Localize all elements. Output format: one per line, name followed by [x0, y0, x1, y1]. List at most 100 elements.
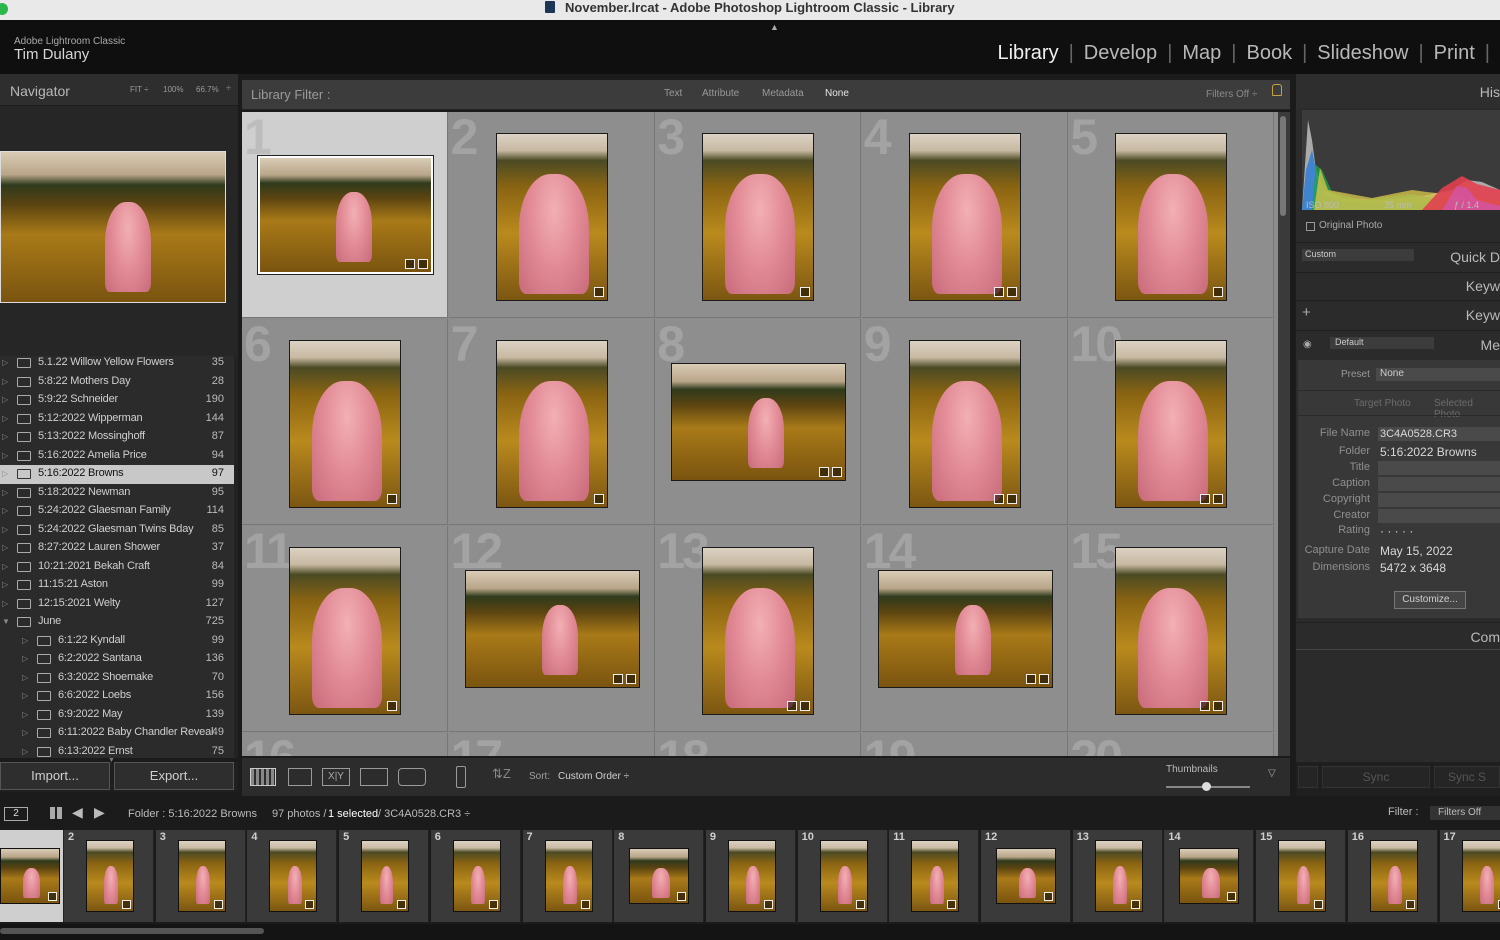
- disclosure-closed-icon[interactable]: ▷: [22, 710, 28, 719]
- collection-badge-icon[interactable]: [993, 494, 1004, 504]
- selected-photos-toggle[interactable]: Selected Photo: [1434, 398, 1500, 420]
- painter-icon[interactable]: [456, 766, 466, 788]
- filmstrip-cell[interactable]: 14: [1164, 830, 1255, 922]
- filmstrip-thumbnail[interactable]: [1461, 840, 1500, 912]
- keywording-header[interactable]: Keyw: [1296, 272, 1500, 298]
- develop-adjusted-badge-icon[interactable]: [1213, 701, 1224, 711]
- folder-row[interactable]: ▷ 5:13:2022 Mossinghoff 87: [0, 428, 234, 447]
- folder-row[interactable]: ▷ 6:9:2022 May 139: [0, 706, 234, 725]
- develop-adjusted-badge-icon[interactable]: [1314, 900, 1324, 909]
- disclosure-open-icon[interactable]: ▼: [2, 617, 10, 626]
- forward-arrow-icon[interactable]: ▶: [94, 804, 105, 821]
- filmstrip-thumbnail[interactable]: [727, 840, 776, 912]
- quick-develop-header[interactable]: Custom Quick D: [1296, 242, 1500, 270]
- metadata-value[interactable]: 3C4A0528.CR3: [1378, 427, 1500, 441]
- grid-cell[interactable]: 13: [655, 526, 862, 732]
- module-print[interactable]: Print: [1434, 42, 1475, 64]
- folders-scrollbar[interactable]: [234, 356, 238, 758]
- filter-tab-text[interactable]: Text: [664, 88, 682, 99]
- collapse-top-panel-icon[interactable]: ▲: [770, 22, 779, 32]
- filmstrip-thumbnail[interactable]: [629, 848, 690, 904]
- folder-row[interactable]: ▷ 5:18:2022 Newman 95: [0, 484, 234, 503]
- folder-row[interactable]: ▷ 10:21:2021 Bekah Craft 84: [0, 558, 234, 577]
- develop-adjusted-badge-icon[interactable]: [213, 900, 223, 909]
- grid-cell[interactable]: 18: [655, 733, 862, 756]
- filmstrip-thumbnail[interactable]: [1179, 848, 1240, 904]
- folder-row[interactable]: ▷ 5:16:2022 Amelia Price 94: [0, 447, 234, 466]
- grid-cell[interactable]: 15: [1068, 526, 1275, 732]
- module-develop[interactable]: Develop: [1084, 42, 1157, 64]
- folder-row[interactable]: ▷ 6:3:2022 Shoemake 70: [0, 669, 234, 688]
- disclosure-closed-icon[interactable]: ▷: [2, 599, 8, 608]
- photo-thumbnail[interactable]: [257, 155, 434, 275]
- photo-thumbnail[interactable]: [702, 547, 815, 715]
- develop-adjusted-badge-icon[interactable]: [800, 287, 811, 297]
- grid-view-icon[interactable]: [250, 768, 276, 786]
- grid-cell[interactable]: 17: [448, 733, 655, 756]
- grid-cell[interactable]: 4: [861, 112, 1068, 318]
- filmstrip-thumbnail[interactable]: [544, 840, 593, 912]
- develop-adjusted-badge-icon[interactable]: [1006, 494, 1017, 504]
- grid-cell[interactable]: 10: [1068, 319, 1275, 525]
- grid-scrollbar[interactable]: [1278, 112, 1290, 756]
- photo-thumbnail[interactable]: [289, 547, 401, 715]
- filmstrip-thumbnail[interactable]: [1369, 840, 1418, 912]
- selected-filename[interactable]: / 3C4A0528.CR3 ÷: [378, 808, 470, 820]
- auto-sync-toggle[interactable]: [1298, 766, 1318, 788]
- filmstrip-cell[interactable]: 12: [981, 830, 1071, 922]
- disclosure-closed-icon[interactable]: ▷: [2, 377, 8, 386]
- sort-direction-icon[interactable]: ⇅Z: [492, 766, 511, 782]
- histogram-graph[interactable]: ISO 800 35 mm ƒ / 1.4: [1302, 110, 1500, 210]
- filmstrip-cell[interactable]: 13: [1072, 830, 1163, 922]
- develop-adjusted-badge-icon[interactable]: [305, 900, 315, 909]
- window-zoom-button[interactable]: [0, 3, 8, 15]
- disclosure-closed-icon[interactable]: ▷: [2, 469, 8, 478]
- collection-badge-icon[interactable]: [1200, 494, 1211, 504]
- survey-view-icon[interactable]: [360, 768, 388, 786]
- module-book[interactable]: Book: [1247, 42, 1293, 64]
- collection-badge-icon[interactable]: [1200, 701, 1211, 711]
- folder-row[interactable]: ▷ 6:11:2022 Baby Chandler Reveal 49: [0, 724, 234, 743]
- disclosure-closed-icon[interactable]: ▷: [22, 747, 28, 756]
- filmstrip-thumbnail[interactable]: [177, 840, 226, 912]
- disclosure-closed-icon[interactable]: ▷: [2, 562, 8, 571]
- develop-adjusted-badge-icon[interactable]: [800, 701, 811, 711]
- grid-cell[interactable]: 5: [1068, 112, 1275, 318]
- metadata-value[interactable]: [1378, 493, 1500, 507]
- grid-cell[interactable]: 6: [242, 319, 448, 525]
- filmstrip-cell[interactable]: 6: [430, 830, 521, 922]
- zoom-stepper-icon[interactable]: ÷: [226, 83, 231, 93]
- histogram-header[interactable]: His: [1296, 74, 1500, 108]
- develop-adjusted-badge-icon[interactable]: [947, 900, 957, 909]
- filmstrip-scrollbar[interactable]: [0, 924, 1500, 940]
- grid-cell[interactable]: 16: [242, 733, 448, 756]
- filmstrip-thumbnail[interactable]: [0, 848, 60, 904]
- disclosure-closed-icon[interactable]: ▷: [2, 580, 8, 589]
- filter-tab-metadata[interactable]: Metadata: [762, 88, 804, 99]
- zoom-66[interactable]: 66.7%: [196, 85, 219, 94]
- compare-view-icon[interactable]: X|Y: [322, 768, 350, 786]
- grid-cell[interactable]: 20: [1068, 733, 1275, 756]
- disclosure-closed-icon[interactable]: ▷: [22, 654, 28, 663]
- filmstrip-thumbnail[interactable]: [1094, 840, 1143, 912]
- metadata-value[interactable]: [1378, 509, 1500, 523]
- module-library[interactable]: Library: [997, 42, 1058, 64]
- filmstrip-thumbnail[interactable]: [269, 840, 318, 912]
- filmstrip-cell[interactable]: 3: [155, 830, 246, 922]
- disclosure-closed-icon[interactable]: ▷: [2, 432, 8, 441]
- filmstrip-thumbnail[interactable]: [1278, 840, 1327, 912]
- sync-settings-button[interactable]: Sync S: [1434, 766, 1500, 788]
- people-view-icon[interactable]: [398, 768, 426, 786]
- module-map[interactable]: Map: [1182, 42, 1221, 64]
- target-photo-toggle[interactable]: Target Photo: [1354, 398, 1411, 409]
- disclosure-closed-icon[interactable]: ▷: [2, 358, 8, 367]
- filmstrip-cell[interactable]: 8: [614, 830, 705, 922]
- filmstrip-thumbnail[interactable]: [911, 840, 960, 912]
- filmstrip-thumbnail[interactable]: [86, 840, 134, 912]
- collection-badge-icon[interactable]: [1025, 674, 1036, 684]
- disclosure-closed-icon[interactable]: ▷: [2, 506, 8, 515]
- disclosure-closed-icon[interactable]: ▷: [22, 673, 28, 682]
- grid-cell[interactable]: 14: [861, 526, 1068, 732]
- disclosure-closed-icon[interactable]: ▷: [2, 451, 8, 460]
- develop-adjusted-badge-icon[interactable]: [1227, 892, 1237, 901]
